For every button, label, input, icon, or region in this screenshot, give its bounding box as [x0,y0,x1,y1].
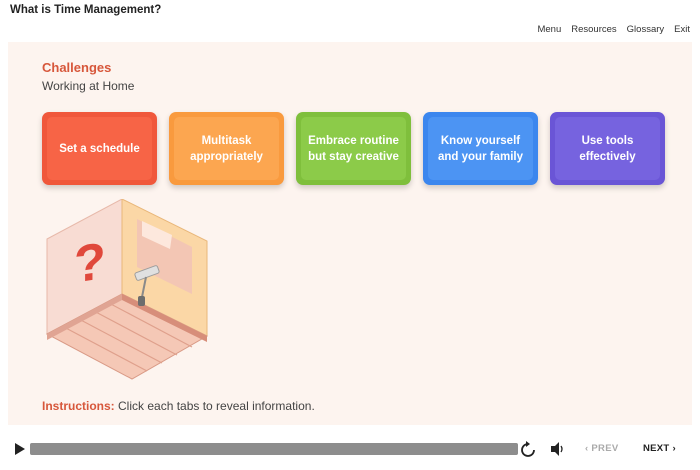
next-label: NEXT [643,443,670,454]
tab-label: Multitask appropriately [174,117,279,180]
tab-embrace-routine[interactable]: Embrace routine but stay creative [296,112,411,185]
slide-heading: Challenges [42,60,112,75]
resources-link[interactable]: Resources [571,24,616,35]
question-mark-room-illustration: ? [45,199,209,380]
menu-link[interactable]: Menu [537,24,561,35]
tab-label: Know yourself and your family [428,117,533,180]
exit-link[interactable]: Exit [674,24,690,35]
tab-label: Embrace routine but stay creative [301,117,406,180]
progress-bar[interactable] [30,443,518,455]
challenge-tabs: Set a schedule Multitask appropriately E… [42,112,665,185]
progress-fill [30,443,518,455]
svg-text:?: ? [74,232,106,294]
top-nav: Menu Resources Glossary Exit [537,24,690,35]
replay-icon[interactable] [520,440,536,458]
instructions: Instructions: Click each tabs to reveal … [42,399,315,413]
tab-use-tools[interactable]: Use tools effectively [550,112,665,185]
play-icon[interactable] [14,442,26,456]
prev-button[interactable]: ‹ PREV [585,443,618,454]
tab-label: Use tools effectively [555,117,660,180]
slide-subheading: Working at Home [42,79,135,93]
instructions-label: Instructions: [42,399,115,413]
instructions-text: Click each tabs to reveal information. [118,399,315,413]
playback-bar: ‹ PREV NEXT › [0,436,700,466]
course-player: What is Time Management? Menu Resources … [0,0,700,470]
slide-content: Challenges Working at Home Set a schedul… [8,42,692,425]
next-button[interactable]: NEXT › [643,443,676,454]
tab-set-a-schedule[interactable]: Set a schedule [42,112,157,185]
course-title: What is Time Management? [10,4,162,16]
tab-label: Set a schedule [47,117,152,180]
volume-icon[interactable] [550,441,566,457]
tab-know-yourself[interactable]: Know yourself and your family [423,112,538,185]
prev-label: PREV [591,443,619,454]
glossary-link[interactable]: Glossary [627,24,664,35]
tab-multitask-appropriately[interactable]: Multitask appropriately [169,112,284,185]
